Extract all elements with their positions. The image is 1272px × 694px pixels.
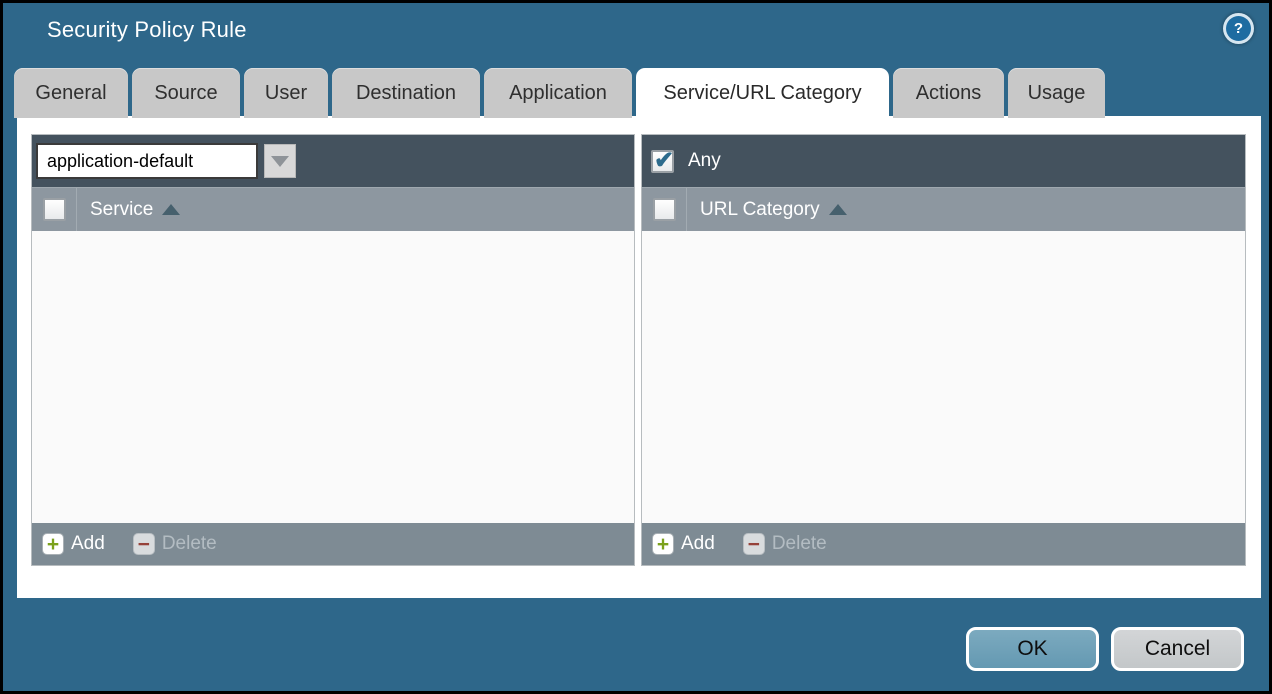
cancel-button[interactable]: Cancel [1111, 627, 1244, 671]
tab-bar: General Source User Destination Applicat… [14, 68, 1105, 118]
tab-content-service-url-category: application-default Service + Add [17, 116, 1261, 598]
url-category-select-all-checkbox[interactable] [653, 198, 676, 221]
service-column-header: Service [32, 187, 634, 231]
ok-button[interactable]: OK [966, 627, 1099, 671]
service-panel: application-default Service + Add [31, 134, 635, 566]
tab-source[interactable]: Source [132, 68, 240, 118]
service-toolbar: application-default [32, 135, 634, 187]
url-category-add-button[interactable]: + Add [652, 533, 715, 555]
url-category-delete-button[interactable]: − Delete [743, 533, 827, 555]
delete-button-label: Delete [162, 533, 217, 555]
url-category-footer: + Add − Delete [642, 523, 1245, 565]
url-category-select-all-cell [642, 188, 687, 231]
service-select-all-checkbox[interactable] [43, 198, 66, 221]
service-dropdown-input[interactable]: application-default [36, 143, 258, 179]
help-icon[interactable]: ? [1226, 16, 1251, 41]
service-table-body[interactable] [32, 231, 634, 523]
add-button-label: Add [681, 533, 715, 555]
service-column-title[interactable]: Service [90, 199, 153, 221]
chevron-down-icon [271, 156, 289, 167]
sort-ascending-icon[interactable] [829, 204, 847, 215]
sort-ascending-icon[interactable] [162, 204, 180, 215]
tab-application[interactable]: Application [484, 68, 632, 118]
tab-user[interactable]: User [244, 68, 328, 118]
service-select-all-cell [32, 188, 77, 231]
any-label: Any [688, 150, 721, 172]
add-plus-icon: + [652, 533, 674, 555]
add-plus-icon: + [42, 533, 64, 555]
url-category-column-title[interactable]: URL Category [700, 199, 820, 221]
dialog-title: Security Policy Rule [47, 17, 247, 43]
any-checkbox[interactable] [651, 150, 674, 173]
add-button-label: Add [71, 533, 105, 555]
tab-service-url-category[interactable]: Service/URL Category [636, 68, 889, 118]
tab-destination[interactable]: Destination [332, 68, 480, 118]
url-category-toolbar: Any [642, 135, 1245, 187]
tab-general[interactable]: General [14, 68, 128, 118]
url-category-column-header: URL Category [642, 187, 1245, 231]
url-category-table-body[interactable] [642, 231, 1245, 523]
url-category-panel: Any URL Category + Add − Delete [641, 134, 1246, 566]
delete-button-label: Delete [772, 533, 827, 555]
service-add-button[interactable]: + Add [42, 533, 105, 555]
tab-usage[interactable]: Usage [1008, 68, 1105, 118]
service-dropdown-button[interactable] [264, 144, 296, 178]
delete-minus-icon: − [743, 533, 765, 555]
service-delete-button[interactable]: − Delete [133, 533, 217, 555]
delete-minus-icon: − [133, 533, 155, 555]
service-footer: + Add − Delete [32, 523, 634, 565]
security-policy-rule-dialog: Security Policy Rule ? General Source Us… [0, 0, 1272, 694]
tab-actions[interactable]: Actions [893, 68, 1004, 118]
